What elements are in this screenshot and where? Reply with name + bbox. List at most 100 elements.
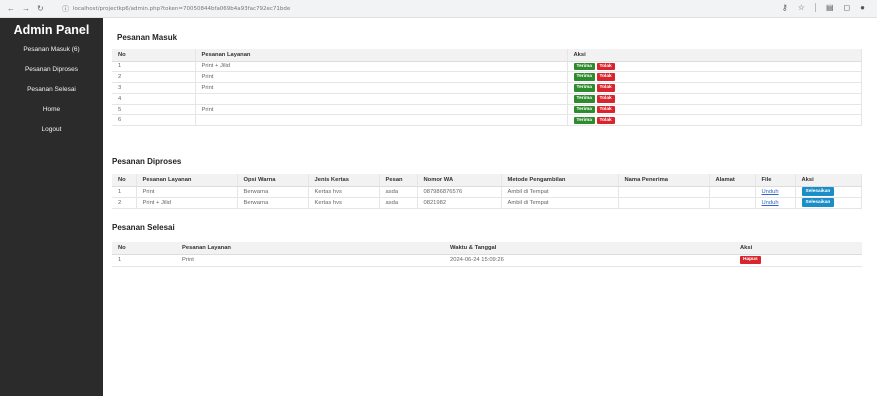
accept-button[interactable]: Terima [573, 116, 595, 125]
table-pesanan-diproses: No Pesanan Layanan Opsi Warna Jenis Kert… [112, 174, 862, 209]
col-header-pesan: Pesan [379, 174, 418, 187]
cell-jenis-kertas: Kertas hvs [308, 186, 380, 198]
col-header-metode-pengambilan: Metode Pengambilan [501, 174, 619, 187]
col-header-aksi: Aksi [795, 174, 862, 187]
cell-actions: Hapus [734, 254, 862, 267]
table-pesanan-masuk: No Pesanan Layanan Aksi 1 Print + Jilid … [112, 49, 862, 127]
cell-alamat [709, 197, 756, 209]
cell-actions: Terima Tolak [567, 61, 862, 73]
site-info-icon[interactable]: ⓘ [62, 4, 69, 14]
table-header-row: No Pesanan Layanan Aksi [112, 49, 862, 62]
key-icon[interactable]: ⚷ [782, 3, 788, 12]
extensions-icon[interactable]: ▤ [826, 3, 834, 12]
download-link[interactable]: Unduh [762, 200, 779, 206]
table-row: 2 Print + Jilid Berwarna Kertas hvs asda… [112, 197, 862, 209]
forward-icon[interactable]: → [22, 4, 30, 13]
cell-no: 2 [112, 71, 196, 84]
cell-layanan: Print [176, 254, 444, 267]
profile-icon[interactable]: ● [860, 3, 865, 12]
admin-sidebar: Admin Panel Pesanan Masuk (6) Pesanan Di… [0, 18, 103, 396]
reject-button[interactable]: Tolak [596, 116, 615, 125]
table-row: 1 Print + Jilid Terima Tolak [112, 61, 862, 73]
col-header-no: No [112, 49, 196, 62]
sidebar-icon[interactable]: ◻ [844, 3, 851, 12]
cell-metode: Ambil di Tempat [501, 186, 619, 198]
sidebar-item-pesanan-diproses[interactable]: Pesanan Diproses [0, 60, 103, 80]
reject-button[interactable]: Tolak [596, 62, 615, 71]
table-row: 6 Terima Tolak [112, 114, 862, 127]
cell-layanan: Print + Jilid [136, 197, 238, 209]
table-row: 5 Print Terima Tolak [112, 104, 862, 116]
table-header-row: No Pesanan Layanan Waktu & Tanggal Aksi [112, 242, 862, 255]
url-text: localhost/projectkp6/admin.php?token=700… [73, 5, 291, 12]
col-header-pesanan-layanan: Pesanan Layanan [195, 49, 568, 62]
section-title-pesanan-masuk: Pesanan Masuk [117, 33, 178, 42]
reload-icon[interactable]: ↻ [37, 4, 44, 13]
sidebar-item-pesanan-masuk[interactable]: Pesanan Masuk (6) [0, 40, 103, 60]
cell-opsi-warna: Berwarna [237, 186, 309, 198]
table-row: 1 Print 2024-06-24 15:09:26 Hapus [112, 254, 862, 267]
cell-layanan [195, 114, 568, 127]
table-row: 2 Print Terima Tolak [112, 71, 862, 84]
cell-no: 2 [112, 197, 137, 209]
col-header-alamat: Alamat [709, 174, 756, 187]
cell-actions: Terima Tolak [567, 71, 862, 84]
col-header-file: File [755, 174, 796, 187]
col-header-pesanan-layanan: Pesanan Layanan [136, 174, 238, 187]
cell-layanan: Print [195, 82, 568, 94]
cell-layanan [195, 93, 568, 105]
accept-button[interactable]: Terima [573, 62, 595, 71]
table-row: 3 Print Terima Tolak [112, 82, 862, 94]
back-icon[interactable]: ← [7, 4, 15, 13]
cell-actions: Terima Tolak [567, 82, 862, 94]
sidebar-item-home[interactable]: Home [0, 100, 103, 120]
cell-metode: Ambil di Tempat [501, 197, 619, 209]
sidebar-item-logout[interactable]: Logout [0, 120, 103, 140]
col-header-no: No [112, 242, 176, 255]
browser-toolbar: ← → ↻ ⓘ localhost/projectkp6/admin.php?t… [0, 0, 877, 18]
delete-button[interactable]: Hapus [740, 256, 761, 264]
cell-no: 1 [112, 61, 196, 73]
cell-no: 1 [112, 254, 176, 267]
table-header-row: No Pesanan Layanan Opsi Warna Jenis Kert… [112, 174, 862, 187]
table-pesanan-selesai: No Pesanan Layanan Waktu & Tanggal Aksi … [112, 242, 862, 267]
sidebar-title: Admin Panel [13, 23, 90, 37]
cell-nomor-wa: 087986876576 [417, 186, 502, 198]
cell-file: Unduh [755, 197, 796, 209]
reject-button[interactable]: Tolak [596, 95, 615, 103]
cell-alamat [709, 186, 756, 198]
cell-no: 4 [112, 93, 196, 105]
accept-button[interactable]: Terima [573, 84, 595, 92]
cell-actions: Selesaikan [795, 186, 862, 198]
sidebar-item-pesanan-selesai[interactable]: Pesanan Selesai [0, 80, 103, 100]
col-header-pesanan-layanan: Pesanan Layanan [176, 242, 444, 255]
cell-no: 1 [112, 186, 137, 198]
cell-pesan: asda [379, 186, 418, 198]
accept-button[interactable]: Terima [573, 105, 595, 114]
cell-actions: Selesaikan [795, 197, 862, 209]
col-header-nomor-wa: Nomor WA [417, 174, 502, 187]
col-header-opsi-warna: Opsi Warna [237, 174, 309, 187]
accept-button[interactable]: Terima [573, 73, 595, 81]
reject-button[interactable]: Tolak [596, 84, 615, 92]
reject-button[interactable]: Tolak [596, 105, 615, 114]
cell-no: 3 [112, 82, 196, 94]
col-header-aksi: Aksi [734, 242, 862, 255]
browser-actions: ⚷ ☆ ▤ ◻ ● [782, 3, 865, 12]
address-bar[interactable]: ⓘ localhost/projectkp6/admin.php?token=7… [62, 3, 290, 15]
reject-button[interactable]: Tolak [596, 73, 615, 81]
finish-button[interactable]: Selesaikan [801, 198, 835, 207]
bookmark-star-icon[interactable]: ☆ [798, 3, 805, 12]
cell-no: 5 [112, 104, 196, 116]
cell-layanan: Print [195, 104, 568, 116]
nav-buttons: ← → ↻ [0, 4, 62, 13]
cell-actions: Terima Tolak [567, 104, 862, 116]
accept-button[interactable]: Terima [573, 95, 595, 103]
toolbar-divider [814, 3, 816, 12]
download-link[interactable]: Unduh [762, 189, 779, 195]
col-header-no: No [112, 174, 137, 187]
cell-file: Unduh [755, 186, 796, 198]
section-title-pesanan-selesai: Pesanan Selesai [112, 223, 175, 232]
cell-actions: Terima Tolak [567, 93, 862, 105]
finish-button[interactable]: Selesaikan [801, 187, 835, 196]
